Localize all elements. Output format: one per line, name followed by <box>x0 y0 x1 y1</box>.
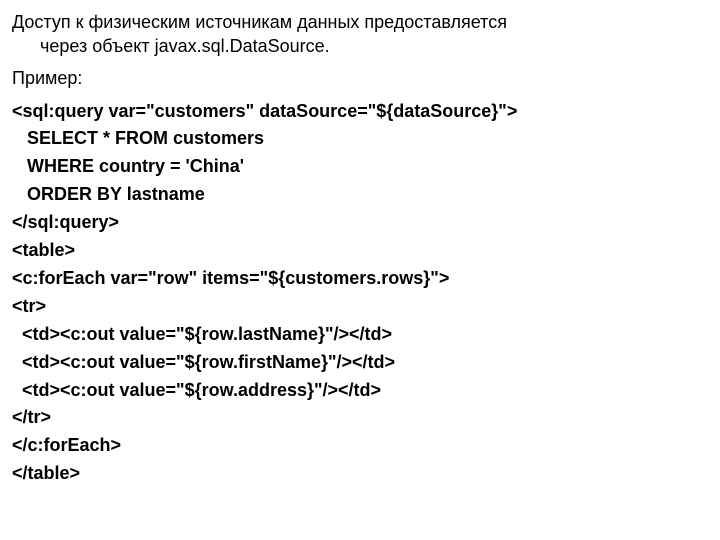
intro-line-2: через объект javax.sql.DataSource. <box>12 34 708 58</box>
code-line: WHERE country = 'China' <box>12 156 244 176</box>
code-line: </tr> <box>12 407 51 427</box>
intro-text: Доступ к физическим источникам данных пр… <box>12 10 708 59</box>
code-line: <tr> <box>12 296 46 316</box>
code-line: <c:forEach var="row" items="${customers.… <box>12 268 449 288</box>
code-line: ORDER BY lastname <box>12 184 205 204</box>
code-line: </table> <box>12 463 80 483</box>
code-line: SELECT * FROM customers <box>12 128 264 148</box>
code-line: </sql:query> <box>12 212 119 232</box>
code-line: </c:forEach> <box>12 435 121 455</box>
code-example: <sql:query var="customers" dataSource="$… <box>12 98 708 488</box>
code-line: <table> <box>12 240 75 260</box>
code-line: <sql:query var="customers" dataSource="$… <box>12 101 517 121</box>
code-line: <td><c:out value="${row.address}"/></td> <box>12 380 381 400</box>
example-label: Пример: <box>12 65 708 92</box>
code-line: <td><c:out value="${row.lastName}"/></td… <box>12 324 392 344</box>
code-line: <td><c:out value="${row.firstName}"/></t… <box>12 352 395 372</box>
intro-line-1: Доступ к физическим источникам данных пр… <box>12 12 507 32</box>
